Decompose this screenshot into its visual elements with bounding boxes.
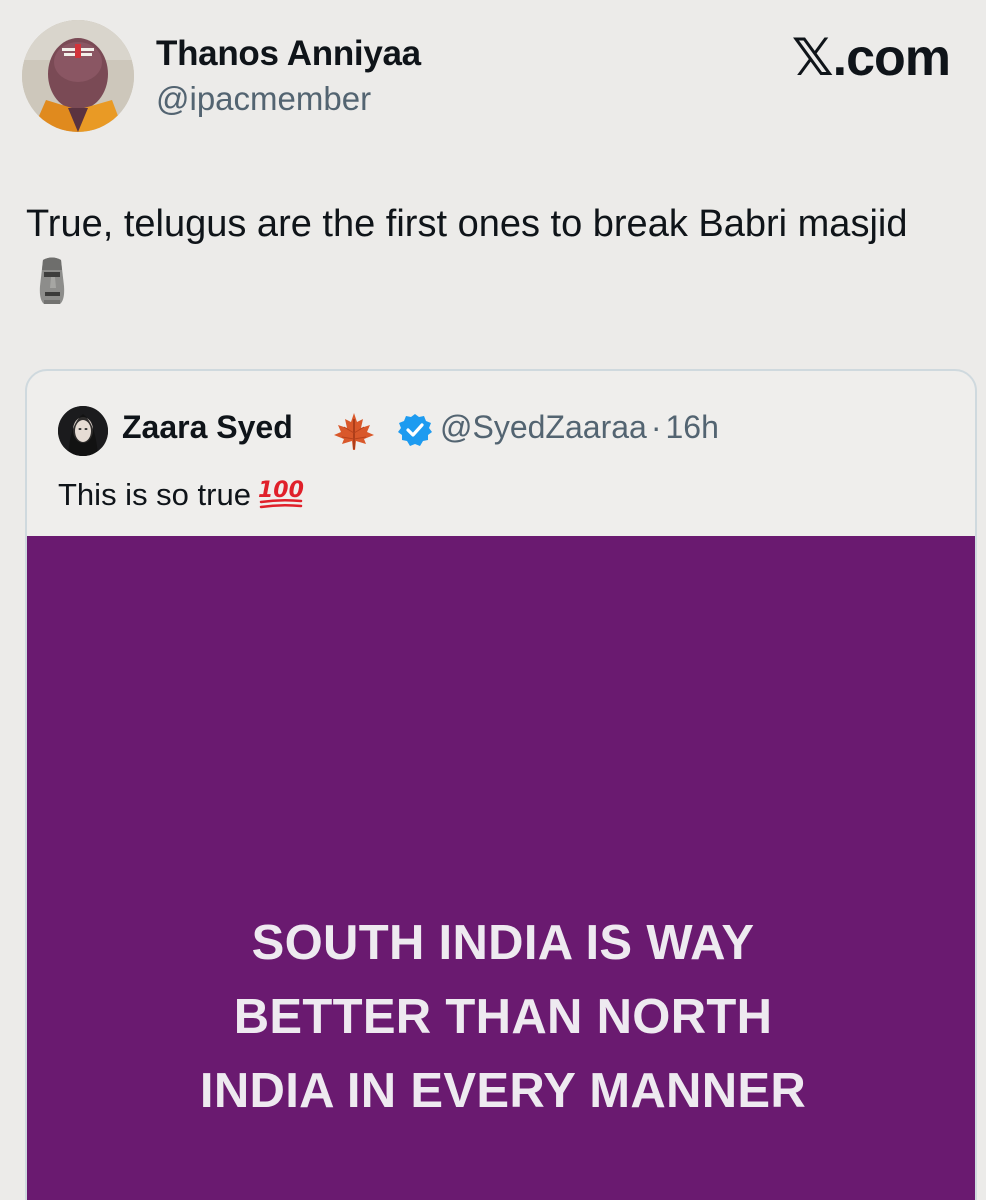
brand-domain: .com bbox=[832, 29, 951, 87]
quoted-tweet-text-content: This is so true bbox=[58, 477, 251, 512]
author-handle[interactable]: @ipacmember bbox=[156, 80, 371, 118]
quoted-author-avatar[interactable] bbox=[58, 406, 108, 456]
author-display-name[interactable]: Thanos Anniyaa bbox=[156, 34, 421, 74]
screenshot-page: Thanos Anniyaa @ipacmember 𝕏 .com True, t… bbox=[0, 0, 986, 1200]
maple-leaf-icon bbox=[332, 411, 376, 456]
moai-icon bbox=[34, 256, 70, 324]
meta-separator: · bbox=[650, 409, 662, 445]
quoted-tweet-timestamp[interactable]: 16h bbox=[665, 409, 718, 445]
quoted-author-handle[interactable]: @SyedZaaraa bbox=[440, 409, 647, 445]
caption-line: BETTER THAN NORTH bbox=[233, 990, 773, 1044]
tweet-text-content: True, telugus are the first ones to brea… bbox=[26, 203, 908, 245]
author-avatar[interactable] bbox=[22, 20, 134, 132]
caption-line: SOUTH INDIA IS WAY bbox=[251, 916, 755, 970]
quoted-tweet-card[interactable]: Zaara Syed @SyedZaaraa · 16h This is so tr… bbox=[25, 369, 977, 1200]
quoted-author-display-name[interactable]: Zaara Syed bbox=[122, 409, 293, 446]
hundred-points-icon: 100 bbox=[257, 475, 305, 517]
quoted-tweet-text: This is so true 100 bbox=[58, 475, 305, 517]
caption-line: INDIA IN EVERY MANNER bbox=[199, 1064, 807, 1118]
quoted-tweet-image[interactable]: SOUTH INDIA IS WAY BETTER THAN NORTH IND… bbox=[27, 536, 975, 1200]
quoted-author-meta: @SyedZaaraa · 16h bbox=[440, 409, 719, 446]
brand-watermark: 𝕏 .com bbox=[791, 28, 951, 88]
tweet-text: True, telugus are the first ones to brea… bbox=[26, 194, 946, 324]
verified-badge-icon[interactable] bbox=[398, 413, 432, 452]
x-logo-icon: 𝕏 bbox=[791, 28, 834, 88]
image-caption: SOUTH INDIA IS WAY BETTER THAN NORTH IND… bbox=[27, 906, 975, 1128]
